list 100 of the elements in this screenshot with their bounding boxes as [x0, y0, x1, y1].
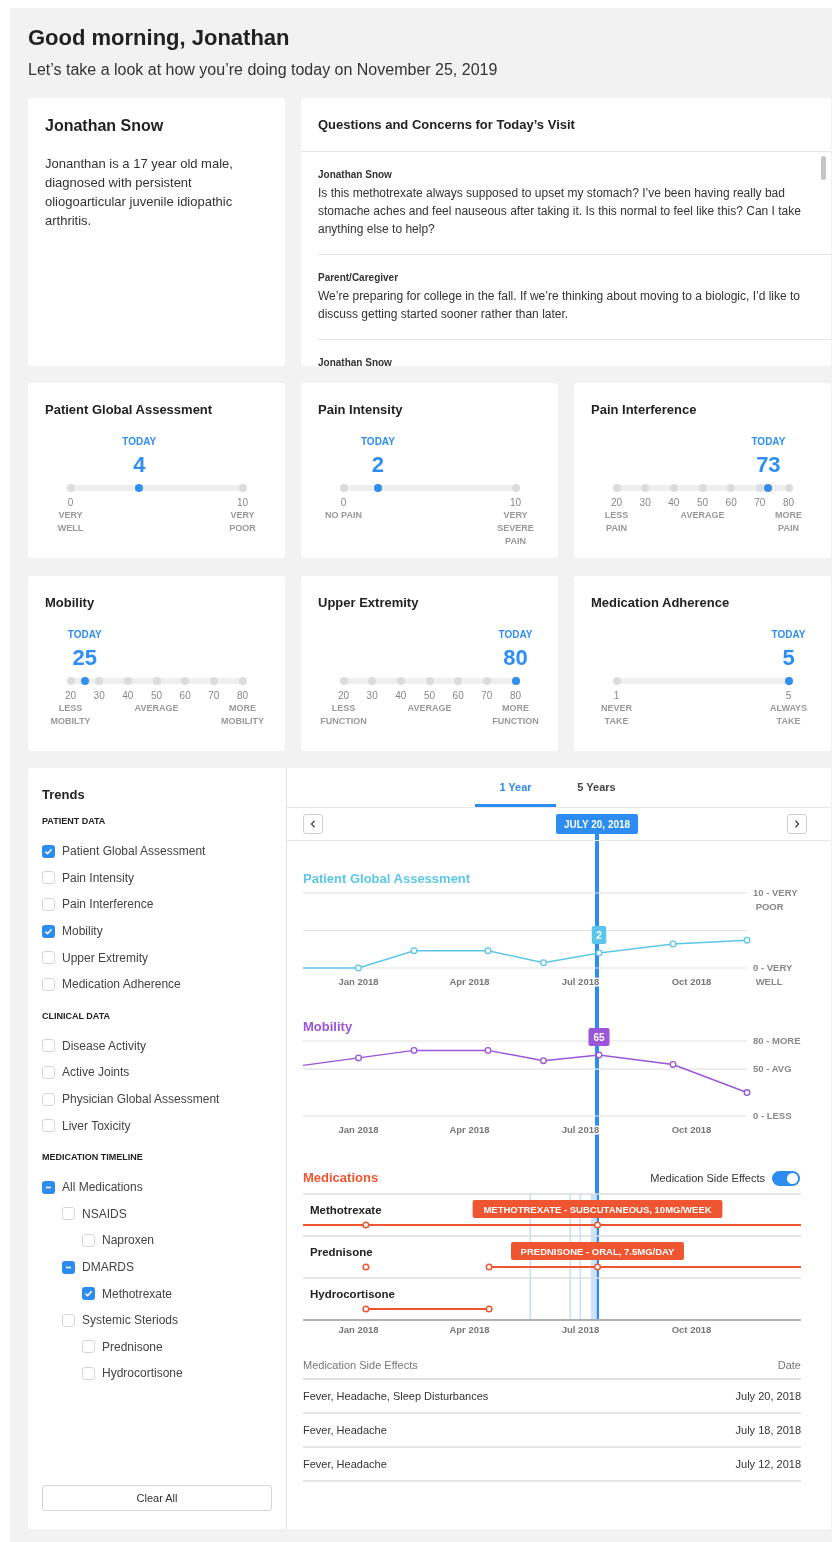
scale-caption: LESS FUNCTION [320, 702, 367, 728]
patient-name: Jonathan Snow [45, 116, 165, 136]
table-cell-text: Fever, Headache [303, 1456, 387, 1472]
date-label: JULY 20, 2018 [556, 814, 639, 834]
axis-label: 0 - VERY WELL [753, 962, 793, 987]
column-header: Medication Side Effects [303, 1358, 418, 1374]
axis-label: Oct 2018 [671, 1324, 712, 1335]
axis-label: Jan 2018 [338, 1124, 379, 1135]
message-author: Parent/Caregiver [318, 271, 400, 285]
scale-caption: LESS PAIN [604, 509, 629, 535]
annotation: 2 [596, 929, 603, 941]
today-label: TODAY [751, 435, 786, 449]
tick-label: 70 [208, 690, 220, 702]
axis-label: Jan 2018 [338, 1324, 379, 1335]
today-label: TODAY [360, 435, 395, 449]
scale-caption: LESS MOBILTY [50, 702, 91, 728]
medication-name: Methotrexate [310, 1204, 382, 1216]
tick-label: 60 [452, 690, 464, 702]
today-value: 73 [756, 453, 781, 477]
tick-label: 50 [150, 690, 163, 702]
tick-label: 50 [696, 497, 709, 509]
tick-label: 30 [366, 690, 378, 702]
panel-title: Trends [42, 787, 86, 803]
scale-caption: MORE PAIN [775, 509, 802, 535]
scale-caption: ALWAYS TAKE [769, 702, 808, 728]
scale-caption: NO PAIN [325, 509, 362, 522]
medication-name: Prednisone [310, 1246, 373, 1258]
axis-label: 80 - MORE [753, 1035, 801, 1046]
card-title: Patient Global Assessment [45, 403, 214, 417]
annotation: 65 [593, 1031, 605, 1043]
card-title: Pain Interference [591, 403, 698, 417]
scale-caption: MORE FUNCTION [492, 702, 539, 728]
tick-label: 80 [236, 690, 249, 702]
toggle-label: Medication Side Effects [650, 1170, 765, 1186]
tick-label: 20 [610, 497, 623, 509]
message-author: Jonathan Snow [318, 356, 393, 366]
today-label: TODAY [67, 628, 102, 642]
today-value: 80 [503, 646, 528, 670]
tick-label: 40 [395, 690, 407, 702]
tick-label: 70 [754, 497, 766, 509]
today-label: TODAY [498, 628, 533, 642]
table-cell-text: Fever, Headache [303, 1422, 387, 1438]
tick-label: 0 [67, 497, 74, 509]
tick-label: 80 [782, 497, 795, 509]
message-text: We’re preparing for college in the fall. If we’re thinking about moving to a biologic, I’d like to discuss getting started sooner rather than later. [318, 288, 802, 323]
scale-caption: NEVER TAKE [601, 702, 632, 728]
axis-label: Apr 2018 [449, 1324, 490, 1335]
tick-label: 10 [236, 497, 249, 509]
axis-label: Oct 2018 [671, 1124, 712, 1135]
dosage-callout: PREDNISONE - ORAL, 7.5MG/DAY [511, 1242, 684, 1260]
tick-label: 1 [613, 690, 620, 702]
tick-label: 80 [509, 690, 522, 702]
tick-label: 60 [179, 690, 191, 702]
section-heading: CLINICAL DATA [42, 1009, 111, 1022]
card-title: Pain Intensity [318, 403, 404, 417]
axis-label: 50 - AVG [753, 1063, 792, 1075]
section-heading: MEDICATION TIMELINE [42, 1150, 144, 1163]
subtitle: Let’s take a look at how you’re doing today on November 25, 2019 [28, 60, 499, 80]
card-title: Mobility [45, 596, 96, 610]
card-title: Questions and Concerns for Today’s Visit [318, 115, 575, 134]
tick-label: 60 [725, 497, 737, 509]
scale-caption: AVERAGE [680, 509, 725, 522]
axis-label: Apr 2018 [449, 1124, 490, 1135]
value-badge: 2 [591, 926, 607, 944]
tick-label: 20 [64, 690, 77, 702]
tick-label: 0 [340, 497, 347, 509]
table-cell-text: Fever, Headache, Sleep Disturbances [303, 1388, 489, 1404]
tick-label: 40 [668, 497, 680, 509]
tick-label: 30 [639, 497, 651, 509]
axis-label: 10 - VERY POOR [753, 887, 798, 912]
message-text: Is this methotrexate always supposed to upset my stomach? I’ve been having really bad stomache aches and feel nauseous after taking it. Is this normal to feel like this? Can I take anything else to help? [318, 185, 802, 238]
patient-description: Jonanthan is a 17 year old male, diagnosed with persistent oliogoarticular juvenile idiopathic arthritis. [45, 155, 234, 230]
chart-title: Patient Global Assessment [303, 871, 471, 886]
table-cell-text: July 20, 2018 [735, 1388, 801, 1404]
today-label: TODAY [771, 628, 806, 642]
tick-label: 40 [122, 690, 134, 702]
scale-caption: VERY POOR [229, 509, 256, 535]
axis-label: 0 - LESS [753, 1110, 792, 1121]
column-header: Date [777, 1358, 801, 1374]
tick-label: 10 [509, 497, 522, 509]
message-author: Jonathan Snow [318, 168, 393, 182]
today-value: 25 [72, 646, 97, 670]
axis-label: Oct 2018 [671, 976, 712, 987]
chart-title: Mobility [303, 1019, 353, 1034]
tick-label: 20 [337, 690, 350, 702]
tick-label: 50 [423, 690, 436, 702]
table-cell-text: July 12, 2018 [735, 1456, 801, 1472]
greeting-heading: Good morning, Jonathan [28, 26, 291, 50]
value-badge: 65 [588, 1028, 610, 1047]
today-value: 5 [782, 646, 795, 670]
axis-label: Jul 2018 [561, 1324, 600, 1335]
tick-label: 70 [481, 690, 493, 702]
scale-caption: VERY SEVERE PAIN [497, 509, 534, 548]
tick-label: 5 [785, 690, 792, 702]
section-title: Medications [303, 1169, 379, 1188]
section-heading: PATIENT DATA [42, 815, 107, 827]
scale-caption: AVERAGE [407, 702, 452, 715]
scale-caption: AVERAGE [134, 702, 179, 715]
axis-label: Jan 2018 [338, 976, 379, 987]
table-cell-text: July 18, 2018 [735, 1422, 801, 1438]
